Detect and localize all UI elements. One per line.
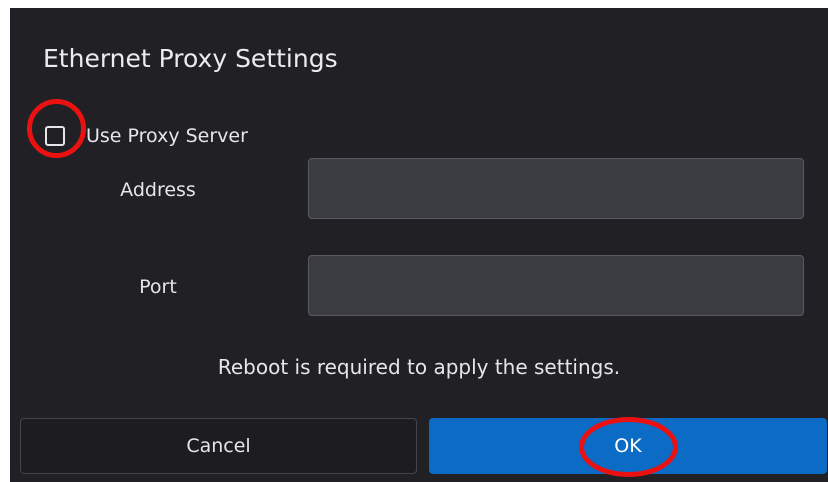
cancel-button[interactable]: Cancel	[20, 418, 417, 474]
address-label: Address	[120, 179, 196, 201]
ethernet-proxy-settings-dialog: Ethernet Proxy Settings Use Proxy Server…	[10, 8, 828, 482]
use-proxy-row[interactable]: Use Proxy Server	[43, 116, 248, 156]
port-input[interactable]	[308, 255, 804, 316]
dialog-title: Ethernet Proxy Settings	[43, 44, 338, 73]
ok-button[interactable]: OK	[429, 418, 827, 474]
use-proxy-label[interactable]: Use Proxy Server	[86, 125, 248, 147]
ok-button-label: OK	[614, 435, 642, 457]
port-label: Port	[139, 276, 177, 298]
cancel-button-label: Cancel	[186, 435, 251, 457]
use-proxy-checkbox[interactable]	[45, 126, 65, 146]
reboot-note: Reboot is required to apply the settings…	[217, 355, 621, 379]
address-input[interactable]	[308, 158, 804, 219]
screen: Ethernet Proxy Settings Use Proxy Server…	[0, 0, 828, 482]
